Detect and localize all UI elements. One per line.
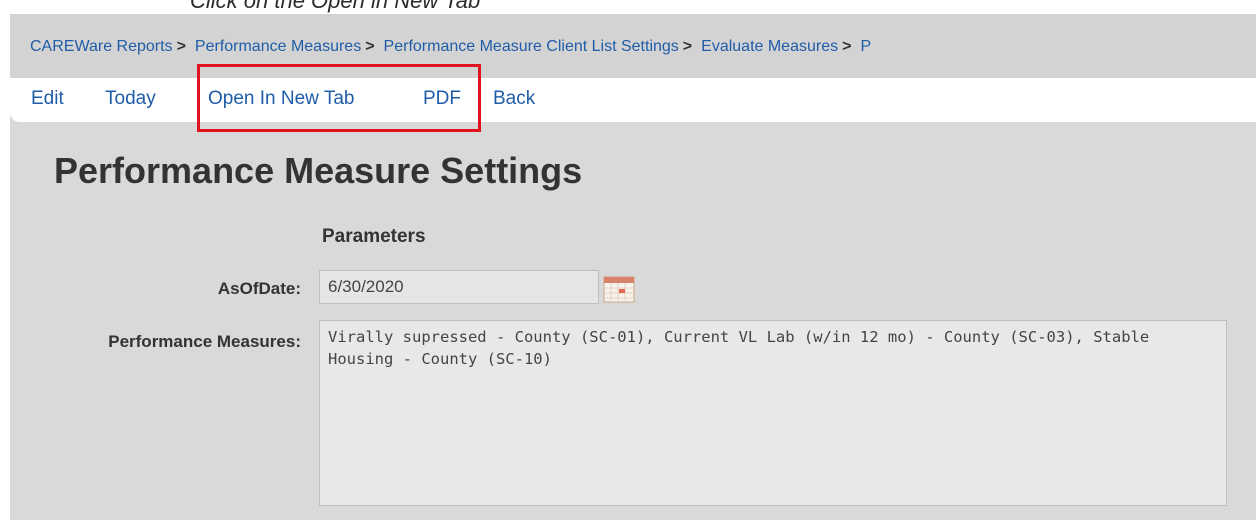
breadcrumb-separator: >: [365, 38, 375, 55]
document-heading-fragment: Click on the Open in New Tab: [0, 0, 1256, 14]
as-of-date-field[interactable]: 6/30/2020: [319, 270, 599, 304]
back-link[interactable]: Back: [493, 88, 535, 110]
edit-link[interactable]: Edit: [31, 88, 64, 110]
today-link[interactable]: Today: [105, 88, 156, 110]
performance-measures-label: Performance Measures:: [108, 332, 301, 351]
page-title: Performance Measure Settings: [54, 150, 583, 191]
breadcrumb-client-list-settings[interactable]: Performance Measure Client List Settings: [384, 38, 679, 55]
breadcrumb-truncated-item[interactable]: P: [860, 38, 871, 55]
breadcrumb-separator: >: [682, 38, 693, 55]
breadcrumb-careware-reports[interactable]: CAREWare Reports: [30, 38, 173, 55]
careware-report-panel: CAREWare Reports > Performance Measures > Pe…: [10, 14, 1256, 520]
parameters-heading: Parameters: [322, 226, 426, 247]
breadcrumb-separator: >: [842, 38, 852, 55]
breadcrumb-evaluate-measures[interactable]: Evaluate Measures: [701, 38, 838, 55]
breadcrumb-separator: >: [176, 38, 186, 55]
breadcrumb-performance-measures[interactable]: Performance Measures: [195, 38, 361, 55]
performance-measures-field[interactable]: Virally supressed - County (SC-01), Curr…: [319, 320, 1227, 506]
calendar-icon[interactable]: [602, 274, 636, 304]
document-heading-text: Click on the Open in New Tab: [190, 0, 481, 13]
red-highlight-annotation: [197, 64, 481, 132]
as-of-date-label: AsOfDate:: [217, 279, 301, 298]
